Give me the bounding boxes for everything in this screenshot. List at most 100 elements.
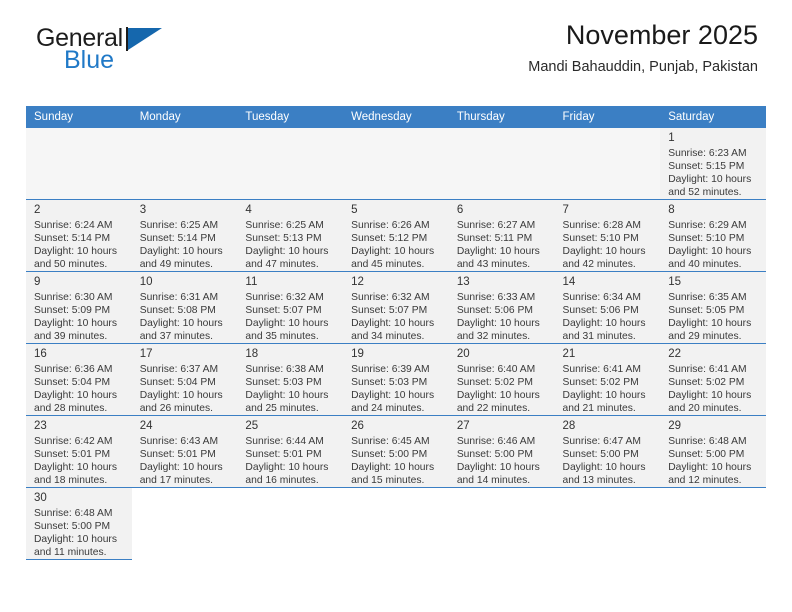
calendar-day-cell[interactable]: 15 Sunrise: 6:35 AM Sunset: 5:05 PM Dayligh… — [660, 272, 766, 344]
day-daylight1-text: Daylight: 10 hours — [34, 533, 117, 545]
calendar-day-cell[interactable]: 28 Sunrise: 6:47 AM Sunset: 5:00 PM Dayligh… — [554, 416, 661, 488]
day-sunrise-text: Sunrise: 6:25 AM — [139, 219, 219, 231]
weekday-header-sunday: Sunday — [26, 106, 132, 128]
day-daylight2-text: and 13 minutes. — [562, 474, 636, 486]
logo-text-blue: Blue — [64, 46, 115, 74]
calendar-day-cell[interactable]: 18 Sunrise: 6:38 AM Sunset: 5:03 PM Dayligh… — [237, 344, 344, 416]
calendar-day-cell[interactable]: 5 Sunrise: 6:26 AM Sunset: 5:12 PM Daylight… — [343, 200, 449, 272]
day-number: 28 — [562, 420, 576, 432]
calendar-day-cell[interactable]: 20 Sunrise: 6:40 AM Sunset: 5:02 PM Dayligh… — [448, 344, 555, 416]
calendar-day-cell[interactable]: 21 Sunrise: 6:41 AM Sunset: 5:02 PM Dayligh… — [554, 344, 661, 416]
calendar-day-cell[interactable]: 27 Sunrise: 6:46 AM Sunset: 5:00 PM Dayligh… — [448, 416, 555, 488]
day-sun-info: Sunrise: 6:48 AM Sunset: 5:00 PM Daylight:… — [660, 433, 766, 487]
day-sunset-text: Sunset: 5:01 PM — [34, 448, 111, 460]
day-sun-info: Sunrise: 6:43 AM Sunset: 5:01 PM Daylight:… — [132, 433, 238, 487]
day-daylight2-text: and 29 minutes. — [668, 330, 742, 342]
weekday-header-friday: Friday — [554, 106, 661, 128]
day-sunrise-text: Sunrise: 6:25 AM — [245, 219, 324, 231]
calendar-day-cell[interactable]: 6 Sunrise: 6:27 AM Sunset: 5:11 PM Daylight… — [448, 200, 555, 272]
day-daylight1-text: Daylight: 10 hours — [668, 173, 752, 185]
day-sunrise-text: Sunrise: 6:43 AM — [139, 435, 219, 447]
day-sun-info: Sunrise: 6:25 AM Sunset: 5:13 PM Daylight:… — [237, 217, 343, 271]
day-daylight1-text: Daylight: 10 hours — [456, 389, 540, 401]
calendar-day-cell[interactable]: 4 Sunrise: 6:25 AM Sunset: 5:13 PM Daylight… — [237, 200, 344, 272]
day-daylight1-text: Daylight: 10 hours — [562, 461, 646, 473]
day-sunset-text: Sunset: 5:14 PM — [139, 232, 216, 244]
calendar-day-cell[interactable]: 29 Sunrise: 6:48 AM Sunset: 5:00 PM Dayligh… — [660, 416, 766, 488]
day-daylight1-text: Daylight: 10 hours — [456, 317, 540, 329]
calendar-week-row: 30 Sunrise: 6:48 AM Sunset: 5:00 PM Dayligh… — [26, 488, 766, 560]
day-sunset-text: Sunset: 5:00 PM — [34, 520, 111, 532]
day-sun-info: Sunrise: 6:48 AM Sunset: 5:00 PM Daylight:… — [26, 505, 132, 559]
weekday-header-row: Sunday Monday Tuesday Wednesday Thursday… — [26, 106, 766, 128]
day-number: 10 — [139, 276, 153, 288]
calendar-day-cell[interactable]: 19 Sunrise: 6:39 AM Sunset: 5:03 PM Dayligh… — [343, 344, 449, 416]
calendar-day-cell[interactable]: 10 Sunrise: 6:31 AM Sunset: 5:08 PM Dayligh… — [131, 272, 238, 344]
day-sunset-text: Sunset: 5:11 PM — [456, 232, 533, 244]
day-daylight2-text: and 47 minutes. — [245, 258, 319, 270]
day-sunset-text: Sunset: 5:12 PM — [351, 232, 428, 244]
day-number: 2 — [34, 204, 41, 216]
day-number: 18 — [245, 348, 259, 360]
general-blue-logo[interactable]: General Blue — [36, 26, 216, 82]
day-sun-info: Sunrise: 6:34 AM Sunset: 5:06 PM Daylight:… — [555, 289, 661, 343]
weekday-header-monday: Monday — [131, 106, 238, 128]
day-daylight1-text: Daylight: 10 hours — [562, 317, 646, 329]
day-daylight2-text: and 12 minutes. — [668, 474, 742, 486]
calendar-day-cell[interactable]: 22 Sunrise: 6:41 AM Sunset: 5:02 PM Dayligh… — [660, 344, 766, 416]
day-daylight1-text: Daylight: 10 hours — [245, 389, 329, 401]
calendar-day-cell[interactable]: 13 Sunrise: 6:33 AM Sunset: 5:06 PM Dayligh… — [448, 272, 555, 344]
day-daylight2-text: and 15 minutes. — [351, 474, 425, 486]
calendar-day-cell[interactable]: 12 Sunrise: 6:32 AM Sunset: 5:07 PM Dayligh… — [343, 272, 449, 344]
calendar-day-cell[interactable]: 14 Sunrise: 6:34 AM Sunset: 5:06 PM Dayligh… — [554, 272, 661, 344]
day-sunrise-text: Sunrise: 6:48 AM — [34, 507, 113, 519]
day-sun-info: Sunrise: 6:38 AM Sunset: 5:03 PM Daylight:… — [237, 361, 343, 415]
day-number: 1 — [668, 132, 675, 144]
day-sun-info: Sunrise: 6:24 AM Sunset: 5:14 PM Daylight:… — [26, 217, 132, 271]
day-sun-info: Sunrise: 6:42 AM Sunset: 5:01 PM Daylight:… — [26, 433, 132, 487]
day-daylight2-text: and 26 minutes. — [139, 402, 213, 414]
day-sunrise-text: Sunrise: 6:27 AM — [456, 219, 536, 231]
day-number: 16 — [34, 348, 47, 360]
calendar-day-cell[interactable]: 30 Sunrise: 6:48 AM Sunset: 5:00 PM Dayligh… — [26, 488, 132, 560]
day-daylight2-text: and 43 minutes. — [456, 258, 531, 270]
day-daylight2-text: and 52 minutes. — [668, 186, 742, 198]
day-number: 14 — [562, 276, 576, 288]
day-daylight2-text: and 20 minutes. — [668, 402, 742, 414]
calendar-day-cell[interactable]: 25 Sunrise: 6:44 AM Sunset: 5:01 PM Dayligh… — [237, 416, 344, 488]
day-sun-info: Sunrise: 6:33 AM Sunset: 5:06 PM Daylight:… — [449, 289, 555, 343]
day-sunrise-text: Sunrise: 6:44 AM — [245, 435, 324, 447]
weekday-header-thursday: Thursday — [448, 106, 555, 128]
calendar-day-cell[interactable]: 26 Sunrise: 6:45 AM Sunset: 5:00 PM Dayligh… — [343, 416, 449, 488]
calendar-day-cell[interactable]: 16 Sunrise: 6:36 AM Sunset: 5:04 PM Dayligh… — [26, 344, 132, 416]
day-sunrise-text: Sunrise: 6:40 AM — [456, 363, 536, 375]
calendar-day-cell[interactable]: 8 Sunrise: 6:29 AM Sunset: 5:10 PM Daylight… — [660, 200, 766, 272]
calendar-day-cell[interactable]: 1 Sunrise: 6:23 AM Sunset: 5:15 PM Daylight… — [660, 128, 766, 200]
calendar-day-cell[interactable]: 9 Sunrise: 6:30 AM Sunset: 5:09 PM Daylight… — [26, 272, 132, 344]
calendar-cell-empty — [343, 128, 449, 200]
day-sun-info: Sunrise: 6:31 AM Sunset: 5:08 PM Daylight:… — [132, 289, 238, 343]
calendar-day-cell[interactable]: 23 Sunrise: 6:42 AM Sunset: 5:01 PM Dayligh… — [26, 416, 132, 488]
day-sunrise-text: Sunrise: 6:33 AM — [456, 291, 536, 303]
day-daylight2-text: and 32 minutes. — [456, 330, 531, 342]
calendar-week-row: 9 Sunrise: 6:30 AM Sunset: 5:09 PM Daylight… — [26, 272, 766, 344]
day-number: 30 — [34, 492, 47, 504]
calendar-day-cell[interactable]: 2 Sunrise: 6:24 AM Sunset: 5:14 PM Daylight… — [26, 200, 132, 272]
day-daylight1-text: Daylight: 10 hours — [456, 461, 540, 473]
sunrise-sunset-calendar: Sunday Monday Tuesday Wednesday Thursday… — [26, 106, 766, 560]
calendar-day-cell[interactable]: 7 Sunrise: 6:28 AM Sunset: 5:10 PM Daylight… — [554, 200, 661, 272]
calendar-week-row: 2 Sunrise: 6:24 AM Sunset: 5:14 PM Daylight… — [26, 200, 766, 272]
day-sunrise-text: Sunrise: 6:28 AM — [562, 219, 641, 231]
calendar-day-cell[interactable]: 17 Sunrise: 6:37 AM Sunset: 5:04 PM Dayligh… — [131, 344, 238, 416]
day-sunrise-text: Sunrise: 6:30 AM — [34, 291, 113, 303]
calendar-day-cell[interactable]: 11 Sunrise: 6:32 AM Sunset: 5:07 PM Dayligh… — [237, 272, 344, 344]
calendar-body: 1 Sunrise: 6:23 AM Sunset: 5:15 PM Daylight… — [26, 128, 766, 560]
day-sun-info: Sunrise: 6:35 AM Sunset: 5:05 PM Daylight:… — [660, 289, 766, 343]
day-daylight2-text: and 16 minutes. — [245, 474, 319, 486]
day-sun-info: Sunrise: 6:32 AM Sunset: 5:07 PM Daylight:… — [237, 289, 343, 343]
calendar-day-cell[interactable]: 24 Sunrise: 6:43 AM Sunset: 5:01 PM Dayligh… — [131, 416, 238, 488]
calendar-week-row: 23 Sunrise: 6:42 AM Sunset: 5:01 PM Dayligh… — [26, 416, 766, 488]
day-sunset-text: Sunset: 5:06 PM — [562, 304, 639, 316]
calendar-day-cell[interactable]: 3 Sunrise: 6:25 AM Sunset: 5:14 PM Daylight… — [131, 200, 238, 272]
day-sunrise-text: Sunrise: 6:38 AM — [245, 363, 324, 375]
